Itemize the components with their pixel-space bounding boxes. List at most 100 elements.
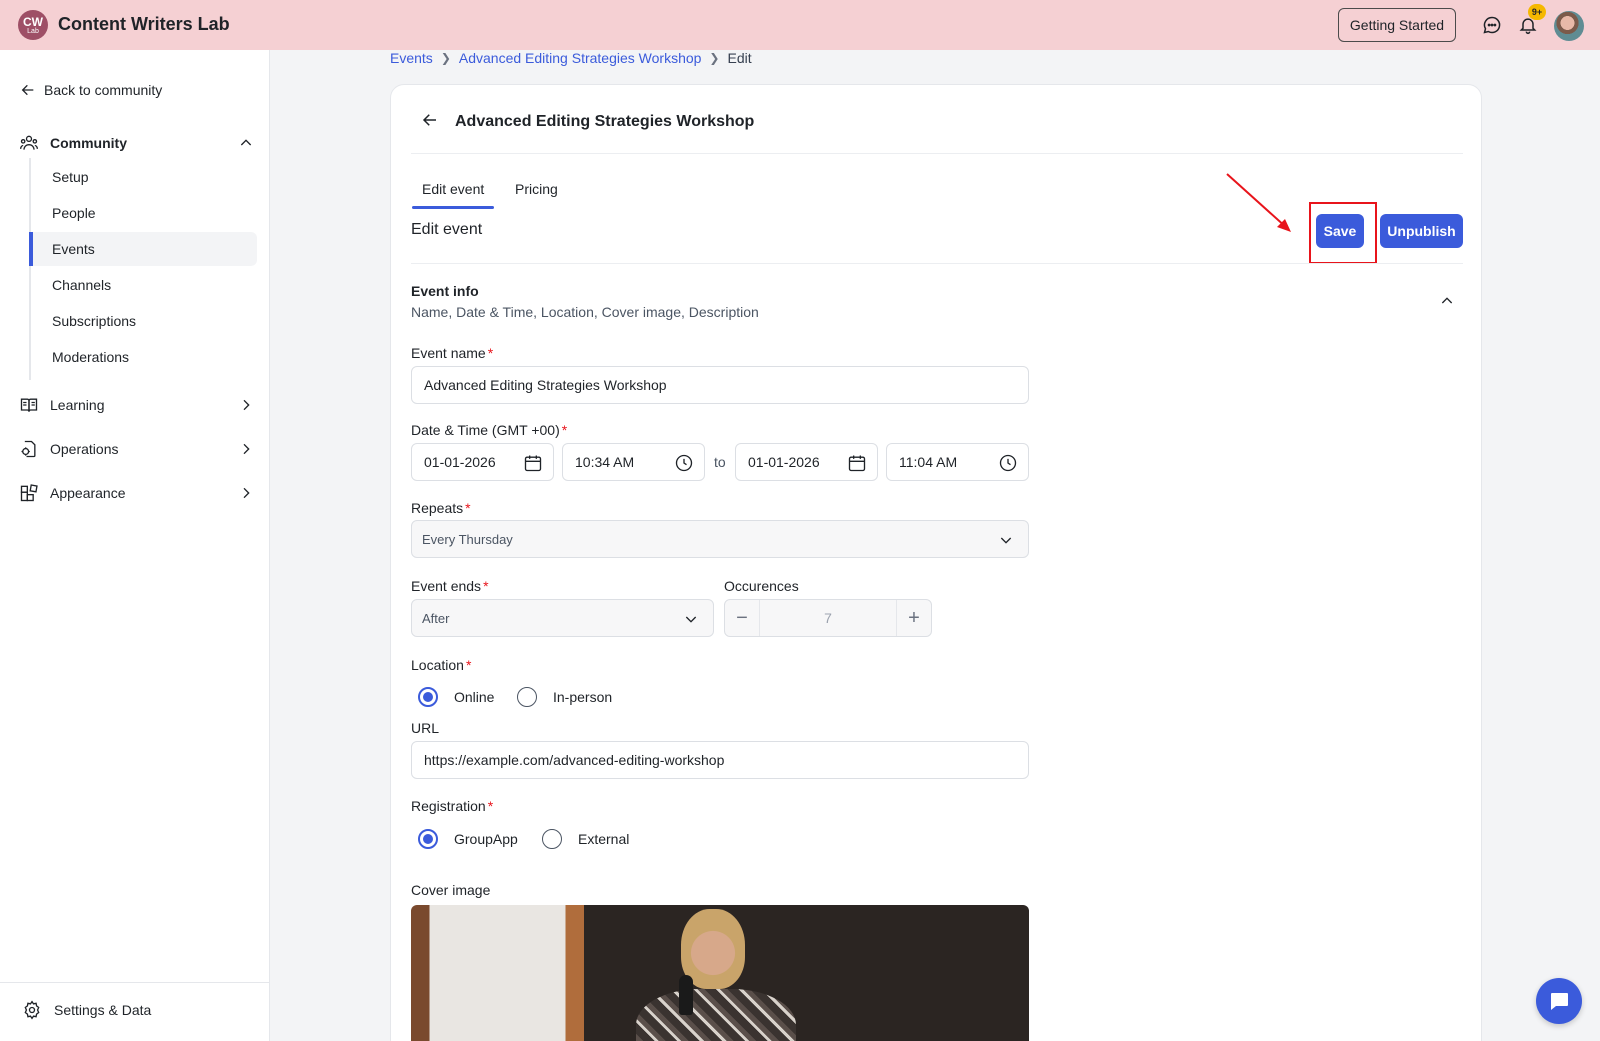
required-mark: *	[465, 500, 471, 516]
event-ends-label-text: Event ends	[411, 578, 482, 594]
tab-edit-event[interactable]: Edit event	[411, 173, 495, 209]
chevron-right-icon: ❯	[440, 51, 451, 65]
sidebar: Back to community Community Setup People…	[0, 50, 270, 1041]
required-mark: *	[487, 345, 494, 361]
location-label-text: Location	[411, 657, 464, 673]
card-header: Advanced Editing Strategies Workshop	[421, 111, 754, 132]
url-label: URL	[411, 720, 440, 736]
cover-photo-figure	[636, 989, 796, 1041]
location-inperson-radio[interactable]: In-person	[517, 687, 612, 707]
sidebar-item-events[interactable]: Events	[29, 232, 257, 266]
cover-image-label: Cover image	[411, 882, 491, 898]
event-info-subtitle: Name, Date & Time, Location, Cover image…	[411, 304, 759, 320]
radio-unselected-icon[interactable]	[517, 687, 537, 707]
to-label: to	[714, 454, 726, 470]
radio-unselected-icon[interactable]	[542, 829, 562, 849]
repeats-label: Repeats *	[411, 500, 471, 516]
calendar-icon[interactable]	[523, 453, 543, 473]
chevron-down-icon	[998, 532, 1014, 548]
radio-selected-icon[interactable]	[418, 687, 438, 707]
chat-bubble-icon	[1551, 993, 1568, 1010]
clock-icon[interactable]	[674, 453, 694, 473]
learning-label: Learning	[50, 397, 105, 413]
back-label: Back to community	[44, 82, 163, 98]
calendar-icon[interactable]	[847, 453, 867, 473]
end-date-input[interactable]: 01-01-2026	[735, 443, 878, 481]
radio-selected-icon[interactable]	[418, 829, 438, 849]
end-time-value: 11:04 AM	[899, 454, 958, 470]
sidebar-item-moderations[interactable]: Moderations	[29, 340, 257, 374]
community-icon	[18, 132, 40, 154]
end-date-value: 01-01-2026	[748, 454, 820, 470]
registration-label-text: Registration	[411, 798, 486, 814]
notification-badge: 9+	[1528, 4, 1546, 20]
end-time-input[interactable]: 11:04 AM	[886, 443, 1029, 481]
support-chat-button[interactable]	[1536, 978, 1582, 1024]
sidebar-item-channels[interactable]: Channels	[29, 268, 257, 302]
user-avatar[interactable]	[1554, 11, 1584, 41]
sidebar-section-operations[interactable]: Operations	[18, 434, 254, 464]
url-input[interactable]: https://example.com/advanced-editing-wor…	[411, 741, 1029, 779]
settings-label: Settings & Data	[54, 1002, 152, 1018]
sidebar-section-appearance[interactable]: Appearance	[18, 478, 254, 508]
sidebar-section-learning[interactable]: Learning	[18, 390, 254, 420]
divider	[411, 263, 1463, 264]
chevron-right-icon	[238, 397, 254, 413]
breadcrumb: Events ❯ Advanced Editing Strategies Wor…	[390, 50, 752, 66]
sidebar-item-setup[interactable]: Setup	[29, 160, 257, 194]
annotation-arrow-icon	[1221, 170, 1301, 243]
edit-event-card: Advanced Editing Strategies Workshop Edi…	[390, 84, 1482, 1041]
arrow-left-icon	[21, 84, 34, 96]
start-time-input[interactable]: 10:34 AM	[562, 443, 705, 481]
location-label: Location *	[411, 657, 471, 673]
top-bar: CW Lab Content Writers Lab Getting Start…	[0, 0, 1600, 50]
sidebar-section-community[interactable]: Community	[18, 128, 254, 158]
sidebar-item-subscriptions[interactable]: Subscriptions	[29, 304, 257, 338]
community-name[interactable]: Content Writers Lab	[58, 14, 230, 35]
sidebar-divider	[0, 982, 270, 983]
event-ends-select[interactable]: After	[411, 599, 714, 637]
event-ends-label: Event ends *	[411, 578, 489, 594]
repeats-value: Every Thursday	[422, 531, 513, 547]
save-button[interactable]: Save	[1316, 214, 1364, 248]
settings-data-link[interactable]: Settings & Data	[22, 1000, 151, 1020]
datetime-label: Date & Time (GMT +00) *	[411, 422, 567, 438]
chevron-right-icon	[238, 485, 254, 501]
breadcrumb-events[interactable]: Events	[390, 50, 433, 66]
occurences-stepper[interactable]: − 7 +	[724, 599, 932, 637]
divider	[411, 153, 1463, 154]
repeats-select[interactable]: Every Thursday	[411, 520, 1029, 558]
start-date-input[interactable]: 01-01-2026	[411, 443, 554, 481]
breadcrumb-current: Edit	[727, 50, 752, 66]
clock-icon[interactable]	[998, 453, 1018, 473]
unpublish-button[interactable]: Unpublish	[1380, 214, 1463, 248]
tab-pricing[interactable]: Pricing	[515, 173, 558, 205]
event-name-label-text: Event name	[411, 345, 486, 361]
event-name-label: Event name *	[411, 345, 493, 361]
community-logo[interactable]: CW Lab	[18, 10, 48, 40]
logo-subtext: Lab	[27, 27, 39, 35]
section-title: Edit event	[411, 221, 483, 238]
plus-icon[interactable]: +	[897, 600, 931, 636]
location-online-radio[interactable]: Online	[418, 687, 494, 707]
chevron-right-icon: ❯	[709, 51, 720, 65]
chat-icon[interactable]	[1480, 13, 1504, 37]
back-arrow-icon[interactable]	[421, 111, 439, 132]
registration-groupapp-radio[interactable]: GroupApp	[418, 829, 518, 849]
minus-icon[interactable]: −	[725, 600, 759, 636]
sidebar-item-people[interactable]: People	[29, 196, 257, 230]
chevron-up-icon[interactable]	[238, 135, 254, 151]
repeats-label-text: Repeats	[411, 500, 464, 516]
event-name-input[interactable]: Advanced Editing Strategies Workshop	[411, 366, 1029, 404]
breadcrumb-event[interactable]: Advanced Editing Strategies Workshop	[459, 50, 702, 66]
getting-started-button[interactable]: Getting Started	[1338, 8, 1456, 42]
registration-external-radio[interactable]: External	[542, 829, 629, 849]
cover-image[interactable]	[411, 905, 1029, 1041]
occurences-value[interactable]: 7	[759, 600, 897, 636]
required-mark: *	[483, 578, 489, 594]
appearance-label: Appearance	[50, 485, 126, 501]
event-title: Advanced Editing Strategies Workshop	[455, 112, 755, 130]
chevron-up-icon[interactable]	[1439, 293, 1455, 312]
event-info-title: Event info	[411, 283, 479, 299]
back-to-community-link[interactable]: Back to community	[20, 82, 162, 98]
